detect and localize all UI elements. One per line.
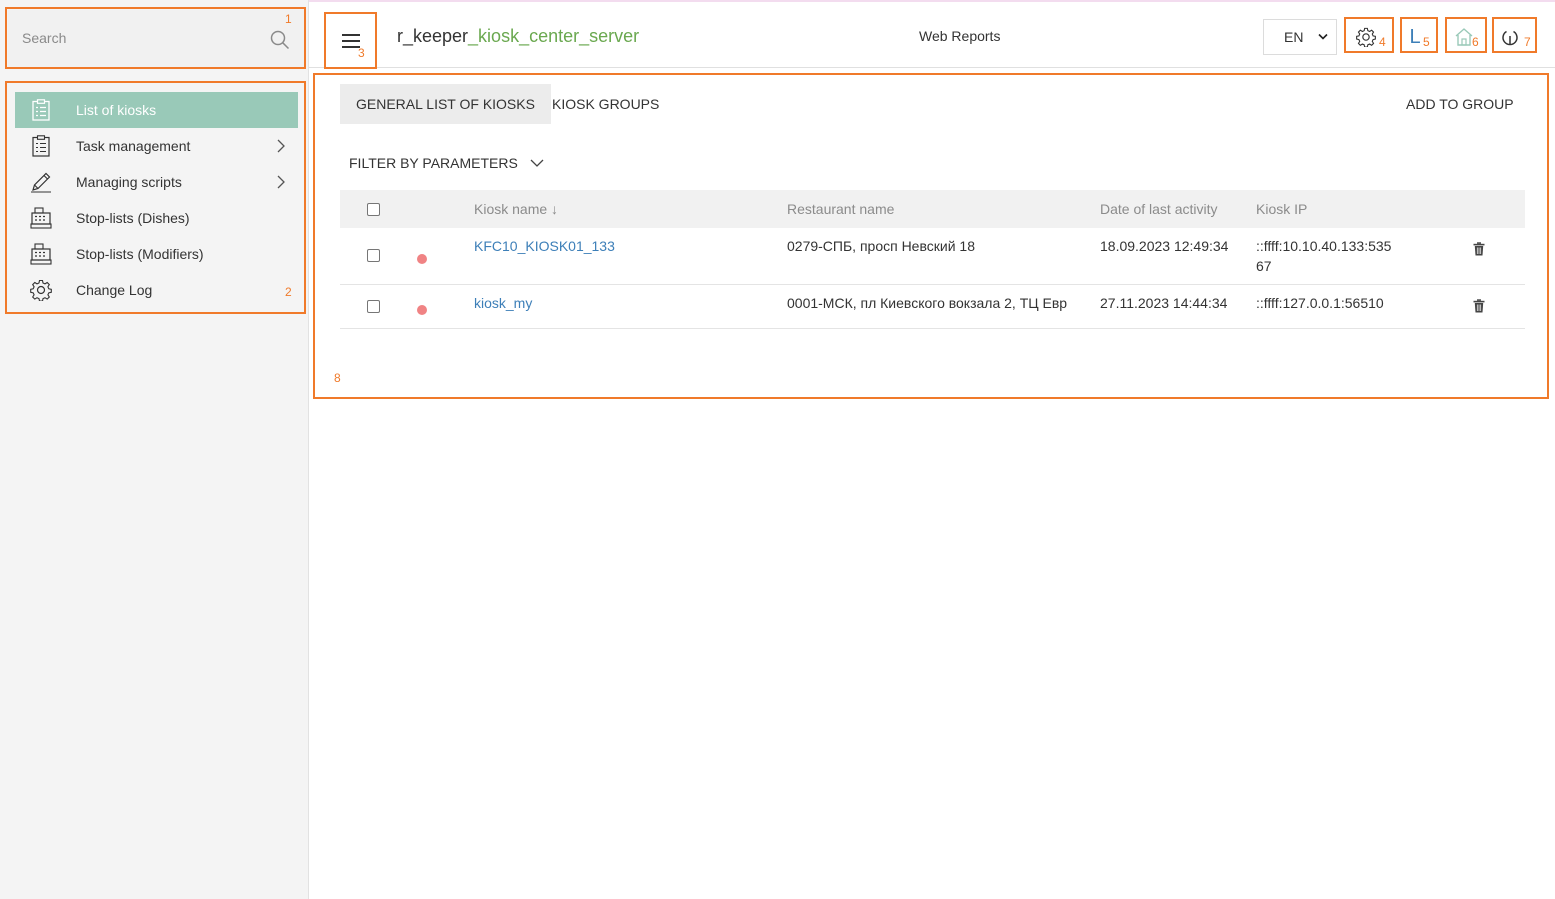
select-all-checkbox[interactable] xyxy=(367,203,380,216)
kiosk-name-link[interactable]: KFC10_KIOSK01_133 xyxy=(474,238,615,254)
cash-register-icon xyxy=(29,206,53,230)
chevron-down-icon xyxy=(530,159,544,167)
top-header: r_keeper_kiosk_center_server Web Reports… xyxy=(309,0,1555,68)
add-to-group-button[interactable]: ADD TO GROUP xyxy=(1406,96,1514,112)
chevron-right-icon xyxy=(277,139,285,153)
table-header: Kiosk name ↓ Restaurant name Date of las… xyxy=(340,190,1525,228)
filter-by-parameters-toggle[interactable]: FILTER BY PARAMETERS xyxy=(349,155,544,171)
sidebar-item-label: Task management xyxy=(76,138,191,154)
search-icon[interactable] xyxy=(270,30,290,50)
gear-icon xyxy=(29,278,53,302)
annotation-number: 5 xyxy=(1423,35,1430,49)
sidebar-nav: List of kiosks Task management Managing … xyxy=(8,84,304,308)
annotation-number: 2 xyxy=(285,285,292,299)
trash-icon[interactable] xyxy=(1473,299,1485,313)
status-dot xyxy=(417,305,427,315)
language-value: EN xyxy=(1284,29,1304,45)
app-title-prefix: r_keeper xyxy=(397,26,469,46)
pencil-icon xyxy=(29,170,53,194)
kiosk-name-link[interactable]: kiosk_my xyxy=(474,295,532,311)
clipboard-list-icon xyxy=(29,134,53,158)
house-icon xyxy=(1455,28,1473,46)
restaurant-name: 0001-МСК, пл Киевского вокзала 2, ТЦ Евр xyxy=(787,295,1068,311)
annotation-number: 4 xyxy=(1379,35,1386,49)
table-row: kiosk_my 0001-МСК, пл Киевского вокзала … xyxy=(340,285,1525,329)
tab-kiosk-groups[interactable]: KIOSK GROUPS xyxy=(536,84,675,124)
language-select[interactable]: EN xyxy=(1263,19,1337,55)
sidebar-item-managing-scripts[interactable]: Managing scripts xyxy=(15,164,298,200)
row-checkbox[interactable] xyxy=(367,249,380,262)
filter-label: FILTER BY PARAMETERS xyxy=(349,155,518,171)
annotation-number: 8 xyxy=(334,371,341,385)
sidebar-item-stop-lists-modifiers[interactable]: Stop-lists (Modifiers) xyxy=(15,236,298,272)
status-dot xyxy=(417,254,427,264)
sidebar-item-label: List of kiosks xyxy=(76,102,157,118)
power-button[interactable] xyxy=(1495,20,1525,54)
column-header-kiosk-ip[interactable]: Kiosk IP xyxy=(1256,201,1307,217)
search-input[interactable] xyxy=(22,30,252,46)
tab-general-list-of-kiosks[interactable]: GENERAL LIST OF KIOSKS xyxy=(340,84,551,124)
sidebar-item-stop-lists-dishes[interactable]: Stop-lists (Dishes) xyxy=(15,200,298,236)
sidebar-item-label: Managing scripts xyxy=(76,174,182,190)
menu-button[interactable] xyxy=(327,16,375,66)
annotation-number: 7 xyxy=(1524,35,1531,49)
sidebar-item-list-of-kiosks[interactable]: List of kiosks xyxy=(15,92,298,128)
annotation-number: 6 xyxy=(1472,35,1479,49)
clipboard-list-icon xyxy=(29,98,53,122)
annotation-number: 1 xyxy=(285,12,292,26)
app-title: r_keeper_kiosk_center_server xyxy=(397,26,639,47)
kiosk-ip-continued: 67 xyxy=(1256,258,1272,274)
app-title-accent: _kiosk_center_server xyxy=(468,26,640,46)
column-header-kiosk-name[interactable]: Kiosk name ↓ xyxy=(474,201,558,217)
search-box xyxy=(8,10,304,68)
chevron-down-icon xyxy=(1318,33,1328,40)
restaurant-name: 0279-СПБ, просп Невский 18 xyxy=(787,238,975,254)
trash-icon[interactable] xyxy=(1473,242,1485,256)
last-activity: 27.11.2023 14:44:34 xyxy=(1100,295,1228,311)
table-row: KFC10_KIOSK01_133 0279-СПБ, просп Невски… xyxy=(340,228,1525,285)
kiosks-table: Kiosk name ↓ Restaurant name Date of las… xyxy=(340,190,1525,329)
column-header-restaurant-name[interactable]: Restaurant name xyxy=(787,201,894,217)
sidebar-item-label: Stop-lists (Modifiers) xyxy=(76,246,204,262)
kiosk-ip: ::ffff:10.10.40.133:535 xyxy=(1256,238,1392,254)
sidebar-item-change-log[interactable]: Change Log xyxy=(15,272,298,308)
annotation-number: 3 xyxy=(358,46,365,60)
sidebar-item-label: Change Log xyxy=(76,282,153,298)
sidebar-item-task-management[interactable]: Task management xyxy=(15,128,298,164)
power-icon xyxy=(1502,30,1518,46)
row-checkbox[interactable] xyxy=(367,300,380,313)
chevron-right-icon xyxy=(277,175,285,189)
settings-button[interactable] xyxy=(1349,20,1383,54)
kiosk-ip: ::ffff:127.0.0.1:56510 xyxy=(1256,295,1384,311)
sidebar: List of kiosks Task management Managing … xyxy=(0,0,309,899)
web-reports-link[interactable]: Web Reports xyxy=(919,28,1000,44)
last-activity: 18.09.2023 12:49:34 xyxy=(1100,238,1229,254)
column-header-last-activity[interactable]: Date of last activity xyxy=(1100,201,1218,217)
sidebar-item-label: Stop-lists (Dishes) xyxy=(76,210,190,226)
cash-register-icon xyxy=(29,242,53,266)
gear-icon xyxy=(1356,27,1376,47)
